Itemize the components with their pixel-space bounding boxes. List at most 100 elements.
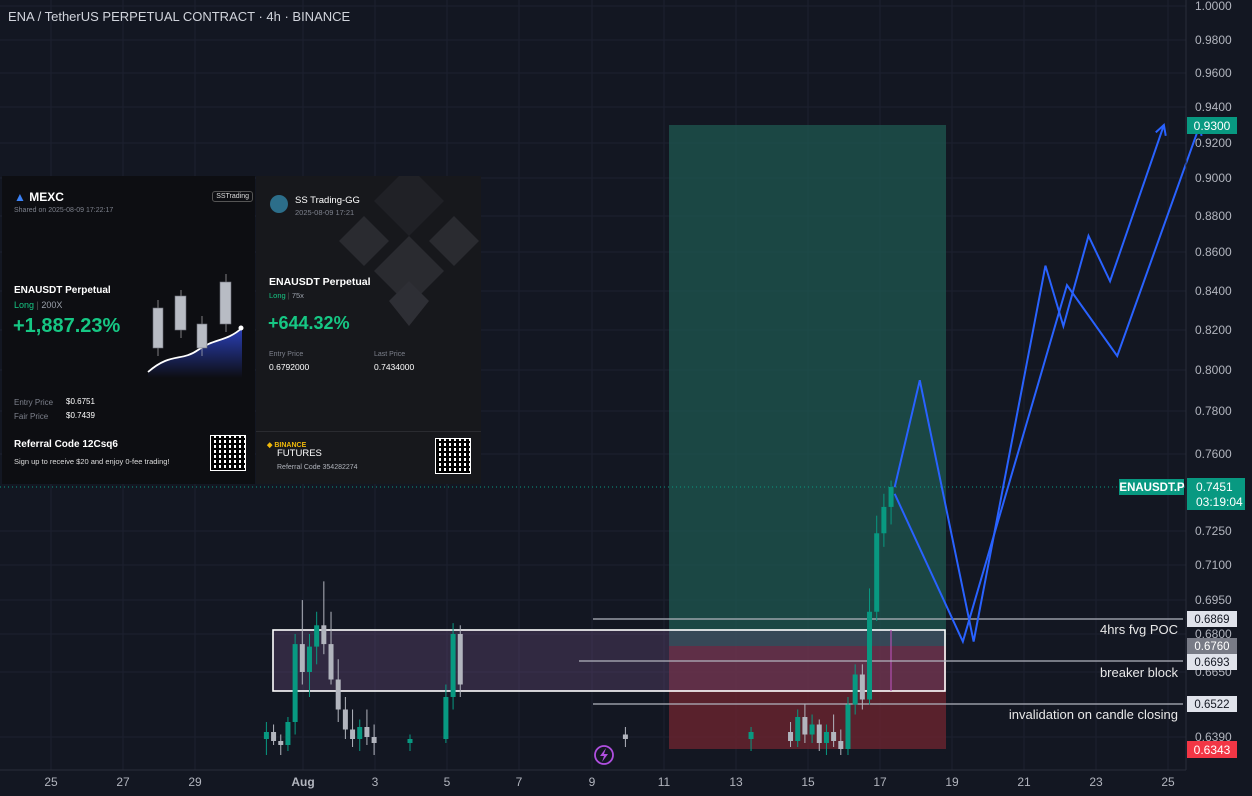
time-tick-label: 7 [516,775,523,789]
candle-body [407,739,413,743]
mexc-share-card[interactable]: ▲ MEXC SSTrading Shared on 2025-08-09 17… [2,176,255,484]
candle-body [874,533,880,612]
stop-loss-tag: 0.6343 [1187,741,1237,758]
user-avatar [270,195,288,213]
time-tick-label: 13 [729,775,743,789]
time-tick-label: 3 [372,775,379,789]
mexc-leverage: 200X [41,300,63,310]
price-tick-label: 0.8600 [1195,245,1232,259]
candle-body [788,732,794,741]
price-tick-label: 0.7100 [1195,558,1232,572]
time-tick-label: 25 [44,775,58,789]
candle-body [263,732,269,739]
time-tick-label: 27 [116,775,130,789]
candle-body [450,634,456,697]
binance-entry-label: Entry Price [269,351,304,358]
mexc-pair: ENAUSDT Perpetual [14,285,111,296]
candle-body [802,717,808,735]
candle-body [748,732,754,739]
candle-body [306,646,312,672]
candles-illustration [147,274,244,378]
binance-user: SS Trading-GG [295,195,360,206]
poc-annotation: 4hrs fvg POC [1100,622,1178,637]
binance-date: 2025-08-09 17:21 [295,208,355,217]
breaker-annotation: breaker block [1100,665,1179,680]
candle-body [321,625,327,645]
mexc-entry-value: $0.6751 [66,397,95,406]
symbol-tag-text: ENAUSDT.P [1119,482,1185,494]
price-tick-label: 0.8800 [1195,209,1232,223]
mexc-qr-code[interactable] [210,435,246,471]
price-tick-label: 0.8000 [1195,363,1232,377]
candle-body [342,709,348,730]
time-tick-label: 11 [658,775,671,789]
countdown-text: 03:19:04 [1196,495,1243,509]
price-tick-label: 0.7600 [1195,447,1232,461]
mexc-fair-value: $0.7439 [66,411,95,420]
time-tick-label: 29 [188,775,202,789]
level-tag-poc: 0.6869 [1194,614,1229,626]
mexc-logo-icon: ▲ [14,190,26,204]
candle-body [292,644,298,722]
price-tick-label: 0.6950 [1195,593,1232,607]
candle-body [350,729,356,739]
time-tick-label: 25 [1161,775,1175,789]
candle-body [371,737,377,743]
binance-last-value: 0.7434000 [374,362,415,372]
price-tick-label: 0.8200 [1195,323,1232,337]
price-tick-label: 1.0000 [1195,0,1232,13]
binance-side-row: Long | 75x [269,291,304,300]
price-axis[interactable]: 1.0000 0.9800 0.9600 0.9400 0.9200 0.9000 0.88… [1195,0,1232,744]
binance-roi: +644.32% [268,313,350,333]
mexc-side-row: Long | 200X [14,300,63,310]
candle-body [443,697,449,739]
candle-body [271,732,277,741]
binance-share-card[interactable]: SS Trading-GG 2025-08-09 17:21 ENAUSDT P… [256,176,481,484]
binance-product: FUTURES [277,448,322,459]
time-tick-label: 15 [801,775,815,789]
time-tick-label: Aug [291,775,314,789]
mexc-roi: +1,887.23% [13,315,121,337]
candle-body [816,724,822,743]
mexc-shared-date: Shared on 2025-08-09 17:22:17 [14,207,114,214]
mexc-logo: ▲ MEXC [14,190,64,204]
time-tick-label: 23 [1089,775,1103,789]
level-tags: 0.6869 0.6760 0.6693 0.6522 [1187,611,1237,712]
mexc-promo: Sign up to receive $20 and enjoy 0-fee t… [14,457,170,466]
binance-pair: ENAUSDT Perpetual [269,276,371,288]
time-tick-label: 17 [873,775,887,789]
take-profit-zone[interactable] [669,125,946,646]
card-divider [256,431,481,432]
candle-body [867,611,873,700]
price-tick-label: 0.8400 [1195,284,1232,298]
candle-body [809,724,815,735]
binance-side: Long [269,291,286,300]
candle-body [795,717,801,741]
binance-entry-value: 0.6792000 [269,362,310,372]
binance-referral: Referral Code 354282274 [277,464,358,471]
current-price-tag: 0.7451 03:19:04 [1187,478,1245,510]
symbol-tag[interactable]: ENAUSDT.P [1119,479,1185,495]
binance-qr-code[interactable] [435,438,471,474]
price-tick-label: 0.9400 [1195,100,1232,114]
mexc-side: Long [14,300,35,310]
stop-loss-tag-text: 0.6343 [1194,743,1231,757]
candle-body [823,732,829,743]
mexc-brand: MEXC [29,190,64,204]
price-tick-label: 0.9000 [1195,171,1232,185]
mexc-fair-label: Fair Price [14,412,49,421]
binance-logo-icon: ◆ [267,442,273,449]
take-profit-tag-text: 0.9300 [1194,119,1231,133]
price-tick-label: 0.9200 [1195,136,1232,150]
candle-body [888,487,894,507]
candle-body [852,674,858,705]
mexc-badge: SSTrading [212,191,253,202]
level-tag-fvg-top: 0.6760 [1194,641,1229,653]
candle-body [285,722,291,745]
candle-body [622,734,628,739]
level-tag-breaker: 0.6693 [1194,657,1229,669]
price-tick-label: 0.7800 [1195,404,1232,418]
take-profit-tag: 0.9300 [1187,117,1237,134]
binance-leverage: 75x [291,291,304,300]
price-tick-label: 0.7250 [1195,524,1232,538]
